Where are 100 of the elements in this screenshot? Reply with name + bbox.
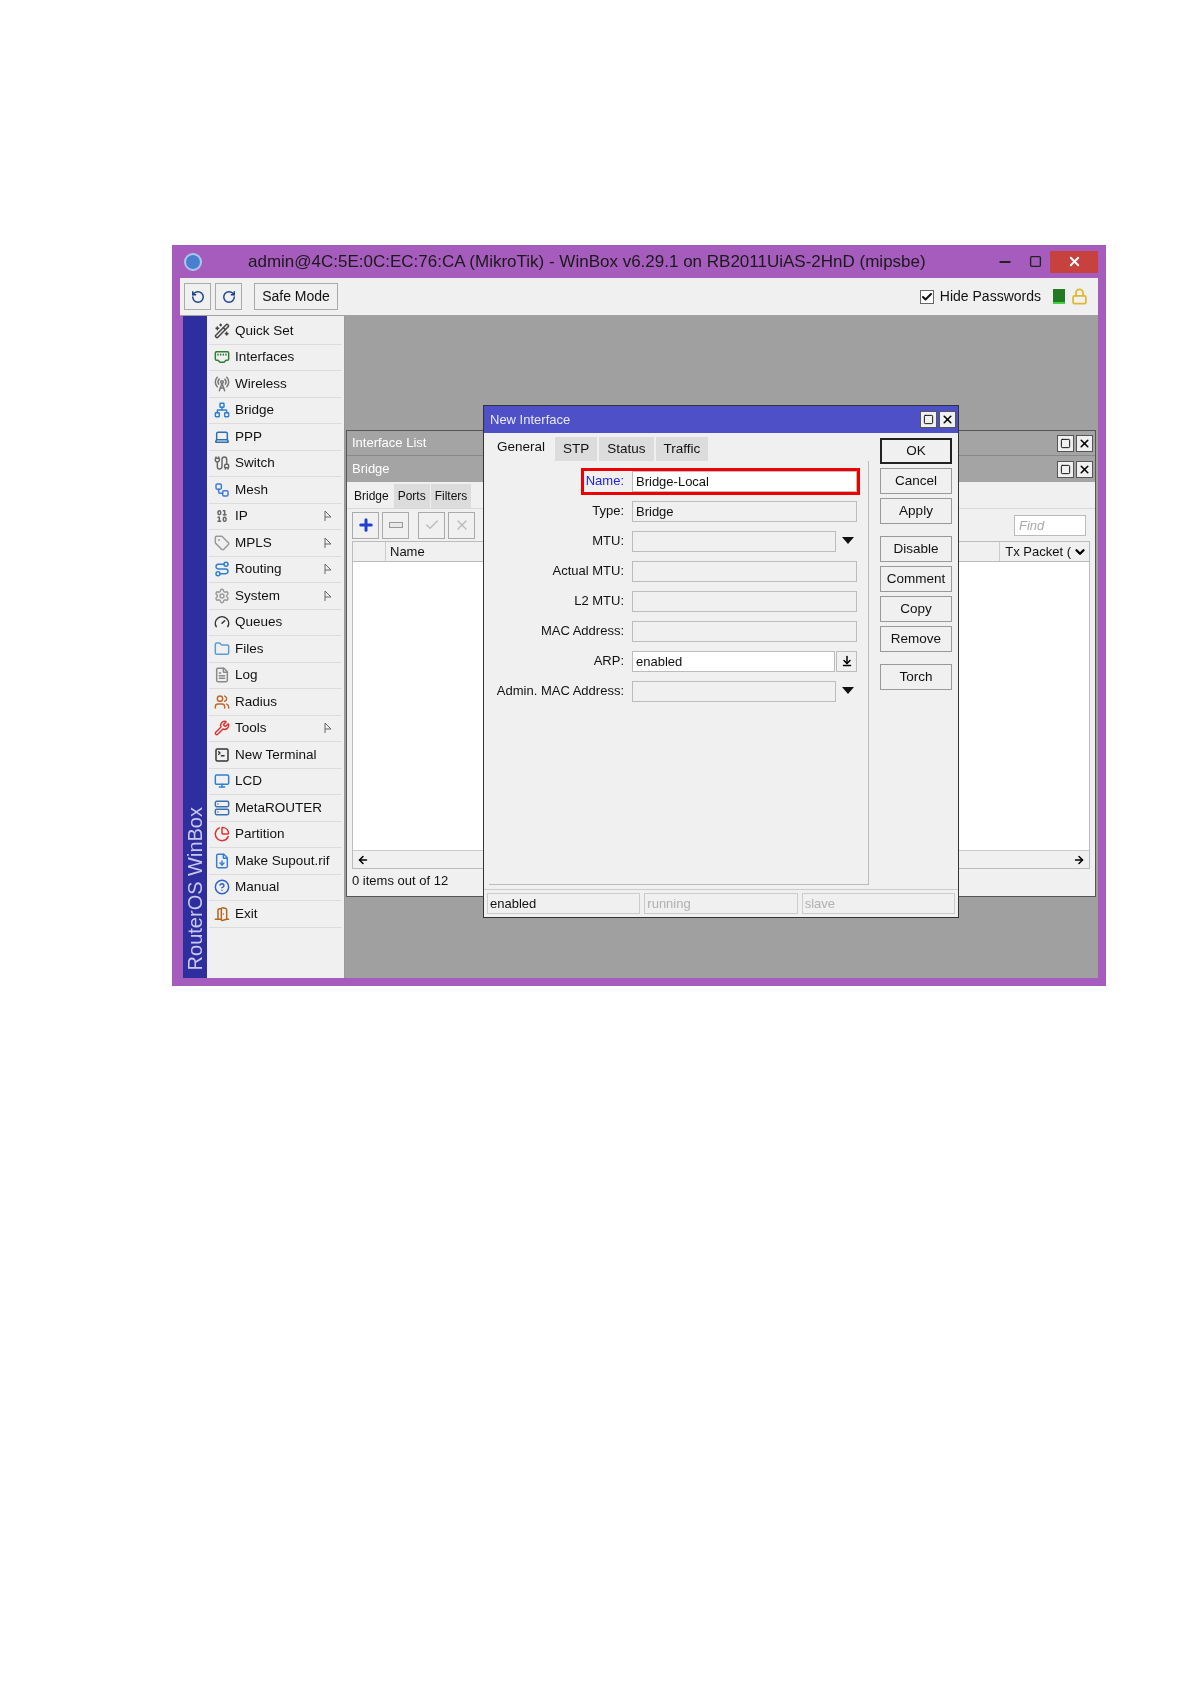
dropdown-arrow-icon[interactable] <box>842 537 854 545</box>
sidebar-item[interactable]: Queues <box>209 609 342 636</box>
sidebar-item[interactable]: Exit <box>209 901 342 928</box>
maximize-icon[interactable] <box>1057 460 1074 478</box>
dialog-title: New Interface <box>490 410 571 429</box>
sidebar-item[interactable]: Routing <box>209 556 342 583</box>
field-label: MTU: <box>592 532 624 551</box>
dialog-button[interactable]: Apply <box>880 498 952 524</box>
dialog-button[interactable]: OK <box>880 438 952 464</box>
text-field[interactable]: Bridge <box>632 500 857 522</box>
lock-icon <box>1071 288 1088 305</box>
nodes-icon <box>213 481 231 498</box>
safe-mode-button[interactable]: Safe Mode <box>254 283 338 310</box>
help-icon <box>213 879 231 896</box>
sidebar-item[interactable]: Interfaces <box>209 344 342 371</box>
sidebar-item[interactable]: PPP <box>209 424 342 451</box>
tab[interactable]: Filters <box>430 484 472 508</box>
tab[interactable]: Status <box>599 437 654 461</box>
sidebar-item-label: Exit <box>235 904 258 923</box>
sidebar-item[interactable]: Mesh <box>209 477 342 504</box>
sidebar-item[interactable]: MetaROUTER <box>209 795 342 822</box>
maximize-icon[interactable] <box>1057 434 1074 452</box>
dropdown-arrow-icon[interactable] <box>842 687 854 695</box>
dialog-button[interactable]: Copy <box>880 596 952 622</box>
terminal-icon <box>213 746 231 763</box>
cable-icon <box>213 455 231 472</box>
sidebar-item[interactable]: System <box>209 583 342 610</box>
sidebar-item[interactable]: Manual <box>209 874 342 901</box>
minus-icon <box>388 522 403 528</box>
sidebar-item[interactable]: MPLS <box>209 530 342 557</box>
submenu-arrow-icon <box>324 510 332 523</box>
checkbox[interactable] <box>919 289 934 304</box>
submenu-arrow-icon <box>324 536 332 549</box>
sidebar-item-label: Bridge <box>235 401 275 420</box>
maximize-icon[interactable] <box>920 411 937 428</box>
close-icon[interactable] <box>939 411 956 428</box>
brand-text: RouterOS WinBox <box>183 806 207 970</box>
status-indicator-icon <box>1053 289 1065 304</box>
redo-button[interactable] <box>215 283 242 310</box>
antenna-icon <box>213 375 231 392</box>
sidebar-item-label: Queues <box>235 613 283 632</box>
sidebar-item[interactable]: Make Supout.rif <box>209 848 342 875</box>
sidebar-item[interactable]: Quick Set <box>209 318 342 345</box>
text-field[interactable] <box>632 620 857 642</box>
scroll-right-icon[interactable] <box>1073 853 1085 866</box>
sidebar-item-label: Manual <box>235 878 280 897</box>
sidebar-item[interactable]: Files <box>209 636 342 663</box>
settings-icon <box>213 587 231 604</box>
close-icon[interactable] <box>1076 434 1093 452</box>
select-field[interactable]: enabled <box>632 650 835 672</box>
undo-icon <box>190 289 205 304</box>
dialog-button[interactable]: Comment <box>880 566 952 592</box>
text-field[interactable] <box>632 530 836 552</box>
sidebar-item-label: System <box>235 586 280 605</box>
dialog-button[interactable]: Cancel <box>880 468 952 494</box>
window-title: Bridge <box>352 460 390 479</box>
scroll-left-icon[interactable] <box>357 853 369 866</box>
close-button[interactable] <box>1050 250 1098 273</box>
close-icon[interactable] <box>1076 460 1093 478</box>
column-header[interactable]: Tx Packet ( <box>999 542 1071 561</box>
sidebar-item[interactable]: Tools <box>209 715 342 742</box>
status-cell: enabled <box>487 893 641 914</box>
dialog-button[interactable]: Torch <box>880 664 952 690</box>
sidebar-item[interactable]: Switch <box>209 450 342 477</box>
sidebar-item[interactable]: New Terminal <box>209 742 342 769</box>
field-label: ARP: <box>593 652 624 671</box>
add-button[interactable] <box>352 511 379 539</box>
sidebar-item[interactable]: Bridge <box>209 397 342 424</box>
monitor-icon <box>213 773 231 790</box>
sidebar-item[interactable]: LCD <box>209 768 342 795</box>
text-field[interactable] <box>632 680 836 702</box>
field-label: Admin. MAC Address: <box>496 682 624 701</box>
dialog-button[interactable]: Remove <box>880 626 952 652</box>
undo-button[interactable] <box>184 283 211 310</box>
sidebar-item[interactable]: Radius <box>209 689 342 716</box>
column-header[interactable]: Name <box>386 542 425 561</box>
text-field[interactable]: Bridge-Local <box>632 470 857 492</box>
sidebar-item-label: Interfaces <box>235 348 295 367</box>
field-label: L2 MTU: <box>574 592 624 611</box>
tab[interactable]: Ports <box>393 484 430 508</box>
dropdown-button[interactable] <box>836 650 857 672</box>
dialog-button[interactable]: Disable <box>880 536 952 562</box>
submenu-arrow-icon <box>324 563 332 576</box>
ethernet-port-icon <box>213 349 231 366</box>
sidebar-item-label: Make Supout.rif <box>235 851 330 870</box>
sidebar-item[interactable]: Log <box>209 662 342 689</box>
item-count: 0 items out of 12 <box>352 872 449 891</box>
sidebar-item-label: Routing <box>235 560 282 579</box>
sidebar-item[interactable]: IP <box>209 503 342 530</box>
tab[interactable]: STP <box>555 437 598 461</box>
sidebar-item[interactable]: Partition <box>209 821 342 848</box>
sidebar-item-label: Tools <box>235 719 267 738</box>
sidebar-item-label: Mesh <box>235 480 268 499</box>
text-field[interactable] <box>632 590 857 612</box>
text-field[interactable] <box>632 560 857 582</box>
sidebar-item[interactable]: Wireless <box>209 371 342 398</box>
field-label: Actual MTU: <box>552 562 624 581</box>
sidebar-item-label: MetaROUTER <box>235 798 322 817</box>
tab[interactable]: Traffic <box>655 437 709 461</box>
window-title: Interface List <box>352 434 427 453</box>
